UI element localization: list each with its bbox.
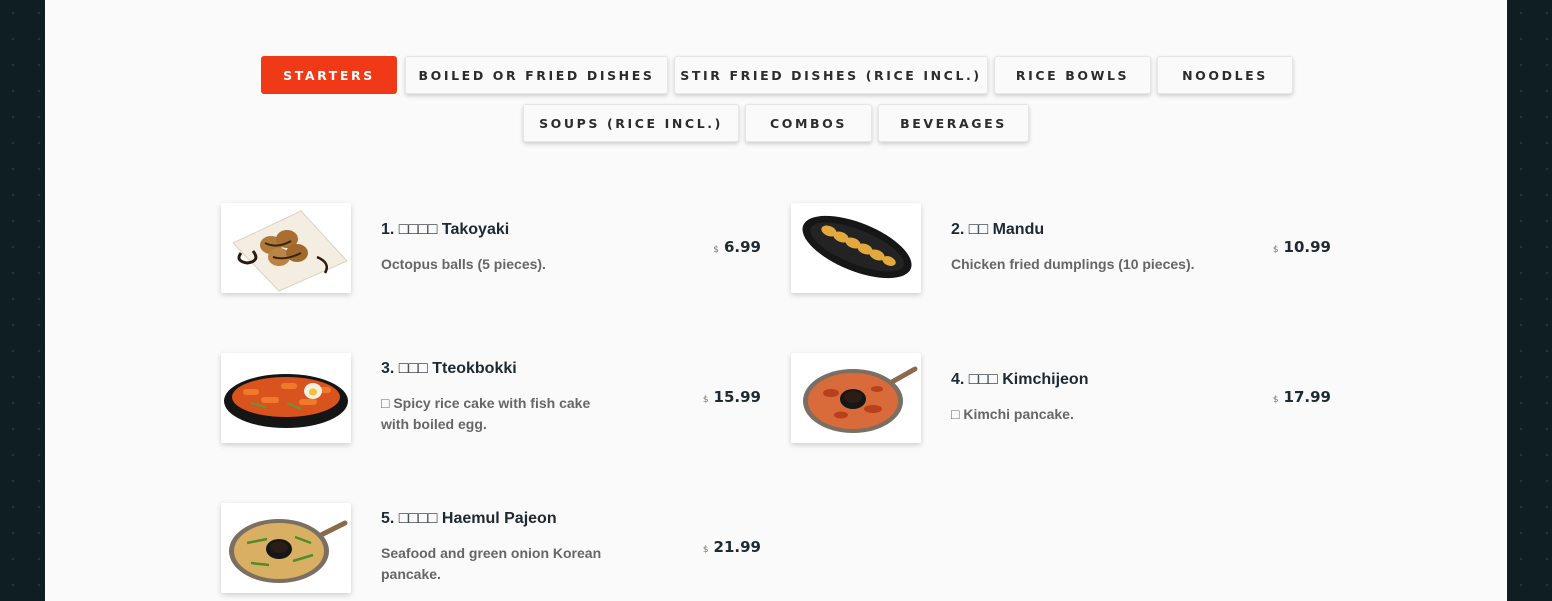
price-value: 15.99 — [713, 388, 761, 406]
item-price: $10.99 — [1273, 238, 1331, 256]
kimchijeon-image[interactable] — [791, 353, 921, 443]
item-name: 3. □□□ Tteokbokki — [381, 360, 517, 377]
item-description: □ Spicy rice cake with fish cake with bo… — [381, 395, 591, 432]
currency-symbol: $ — [702, 545, 709, 555]
tab-stir-fried-dishes[interactable]: STIR FRIED DISHES (RICE INCL.) — [674, 56, 988, 94]
haemul-pajeon-image[interactable] — [221, 503, 351, 593]
tab-rice-bowls[interactable]: RICE BOWLS — [994, 56, 1151, 94]
tteokbokki-image[interactable] — [221, 353, 351, 443]
tab-beverages[interactable]: BEVERAGES — [878, 104, 1029, 142]
item-name: 2. □□ Mandu — [951, 221, 1045, 238]
price-value: 17.99 — [1283, 388, 1331, 406]
tab-starters[interactable]: STARTERS — [261, 56, 397, 94]
item-price: $15.99 — [703, 388, 761, 406]
item-description: Seafood and green onion Korean pancake. — [381, 545, 602, 582]
currency-symbol: $ — [1272, 245, 1279, 255]
tab-boiled-or-fried-dishes[interactable]: BOILED OR FRIED DISHES — [405, 56, 668, 94]
item-description: Octopus balls (5 pieces). — [381, 256, 546, 272]
price-value: 21.99 — [713, 538, 761, 556]
price-value: 10.99 — [1283, 238, 1331, 256]
item-description: Chicken fried dumplings (10 pieces). — [951, 256, 1195, 272]
currency-symbol: $ — [702, 395, 709, 405]
item-price: $6.99 — [713, 238, 761, 256]
tab-combos[interactable]: COMBOS — [745, 104, 872, 142]
mandu-image[interactable] — [791, 203, 921, 293]
item-price: $17.99 — [1273, 388, 1331, 406]
price-value: 6.99 — [723, 238, 761, 256]
tab-soups[interactable]: SOUPS (RICE INCL.) — [523, 104, 739, 142]
takoyaki-image[interactable] — [221, 203, 351, 293]
item-name: 5. □□□□ Haemul Pajeon — [381, 510, 557, 527]
currency-symbol: $ — [713, 245, 719, 255]
currency-symbol: $ — [1272, 395, 1279, 405]
item-price: $21.99 — [703, 538, 761, 556]
tab-noodles[interactable]: NOODLES — [1157, 56, 1293, 94]
item-name: 4. □□□ Kimchijeon — [951, 371, 1089, 388]
menu-panel: STARTERS BOILED OR FRIED DISHES STIR FRI… — [45, 0, 1507, 601]
item-description: □ Kimchi pancake. — [951, 406, 1074, 422]
item-name: 1. □□□□ Takoyaki — [381, 221, 510, 238]
